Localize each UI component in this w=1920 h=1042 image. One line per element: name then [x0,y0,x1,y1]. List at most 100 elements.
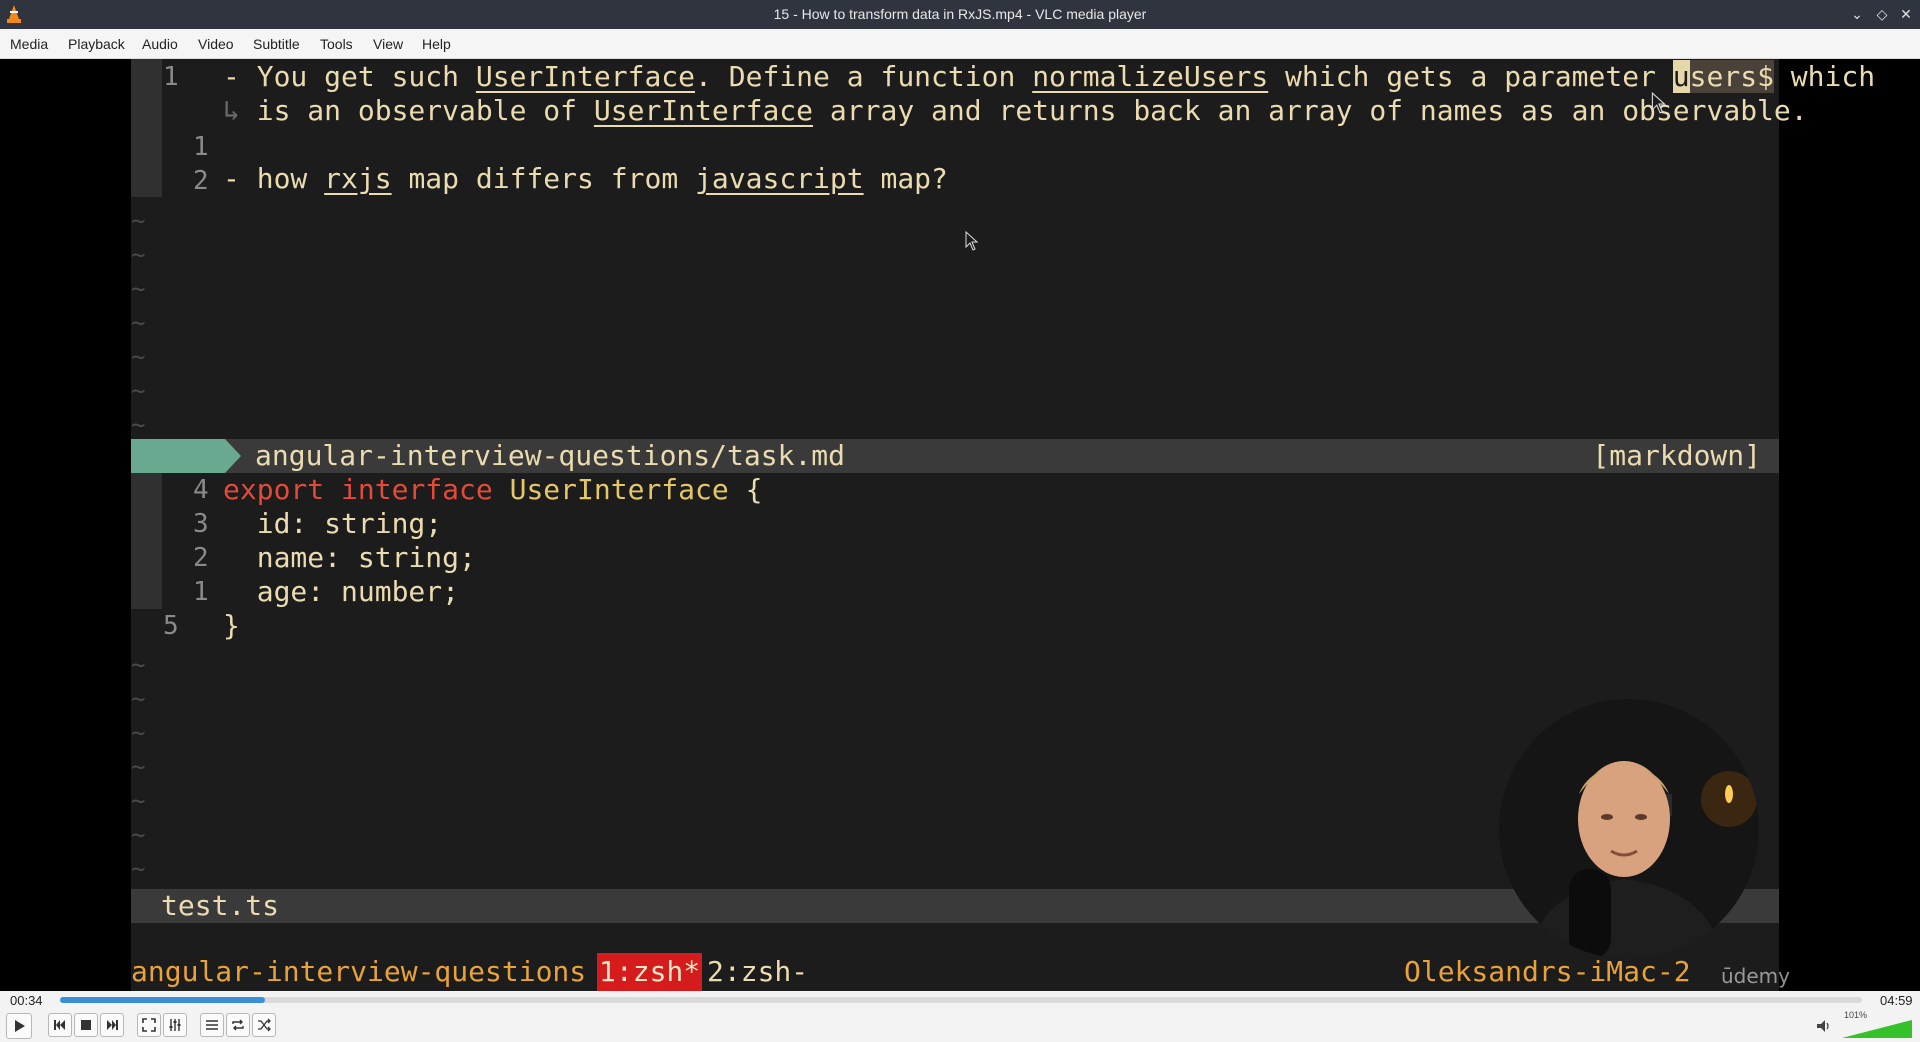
playback-controls: 101% [0,1009,1920,1042]
instructor-portrait [1499,699,1759,959]
minimize-icon[interactable]: ⌄ [1847,4,1867,24]
keyword: export [223,473,325,506]
udemy-watermark: ūdemy [1721,964,1790,988]
line-number: 2 [193,543,209,573]
video-area[interactable]: 1 1 2 - You get such UserInterface. Defi… [0,59,1920,991]
stop-button[interactable] [74,1013,98,1037]
code-line: } [223,609,240,642]
wrap-indicator-icon: ↳ [223,94,240,127]
next-icon [107,1020,118,1030]
seek-slider[interactable] [60,997,1862,1003]
menu-video[interactable]: Video [198,36,234,52]
empty-line-marker: ~ [131,309,146,337]
volume-percent: 101% [1844,1010,1868,1020]
empty-line-marker: ~ [131,821,146,849]
previous-icon [54,1020,65,1030]
editor-line: - You get such UserInterface. Define a f… [223,60,1875,94]
fullscreen-button[interactable] [137,1013,161,1037]
window-title: 15 - How to transform data in RxJS.mp4 -… [773,6,1147,22]
text-cursor: u [1672,60,1690,93]
seek-progress [60,997,266,1003]
fullscreen-icon [142,1018,156,1032]
empty-line-marker: ~ [131,241,146,269]
link-run: javascript [695,162,864,195]
tmux-status-bar: angular-interview-questions § 1:zsh* 2:z… [131,953,1779,991]
type-name: UserInterface [509,473,729,506]
text-run: which [1773,60,1876,93]
text-run: - how [223,162,325,195]
previous-button[interactable] [48,1013,72,1037]
text-run: map? [863,162,948,195]
powerline-arrow [225,439,241,473]
tmux-window: 2:zsh- [707,955,809,988]
editor-line-wrap: ↳ is an observable of UserInterface arra… [223,94,1808,128]
code-line: age: number; [223,575,460,608]
menu-tools[interactable]: Tools [320,36,353,52]
link-run: UserInterface [593,94,814,127]
keyword: interface [341,473,493,506]
play-icon [15,1020,25,1032]
text-run: - You get such [223,60,476,93]
empty-line-marker: ~ [131,787,146,815]
next-button[interactable] [100,1013,124,1037]
text-run: is an observable of [256,94,594,127]
shuffle-button[interactable] [252,1013,276,1037]
text-run: . Define a function [695,60,1033,93]
text-run: which gets a parameter [1268,60,1673,93]
empty-line-marker: ~ [131,719,146,747]
mouse-pointer-icon [965,231,979,251]
line-number: 4 [193,475,209,505]
volume-slider[interactable] [1842,1020,1912,1038]
empty-line-marker: ~ [131,753,146,781]
empty-line-marker: ~ [131,275,146,303]
code-line: id: string; [223,507,443,540]
tmux-window-active: 1:zsh* [597,953,703,991]
close-icon[interactable]: ✕ [1896,4,1916,24]
mouse-pointer-icon [1651,92,1666,114]
editor-gutter [131,59,162,197]
volume-icon[interactable] [1815,1017,1833,1035]
link-run: normalizeUsers [1032,60,1269,93]
extended-settings-icon [169,1019,181,1031]
volume-level [1842,1020,1912,1038]
empty-line-marker: ~ [131,855,146,883]
empty-line-marker: ~ [131,207,146,235]
empty-line-marker: ~ [131,651,146,679]
menu-subtitle[interactable]: Subtitle [253,36,300,52]
line-number: 1 [193,577,209,607]
editor-gutter [131,473,162,609]
line-number: 3 [193,509,209,539]
statusline-filename: test.ts [161,889,280,922]
empty-line-marker: ~ [131,377,146,405]
mode-indicator [131,439,225,473]
empty-line-marker: ~ [131,343,146,371]
line-number: 1 [163,62,179,92]
menu-help[interactable]: Help [422,36,451,52]
menu-audio[interactable]: Audio [142,36,178,52]
tmux-session: angular-interview-questions § [131,955,620,988]
playlist-button[interactable] [200,1013,224,1037]
stop-icon [81,1020,91,1030]
maximize-icon[interactable]: ◇ [1872,4,1892,24]
line-number: 2 [193,166,209,196]
link-run: UserInterface [475,60,696,93]
search-highlight: sers$ [1689,60,1774,93]
line-number: 5 [163,611,179,641]
shuffle-icon [258,1018,271,1032]
seek-bar-row: 00:34 04:59 [0,991,1920,1009]
menu-media[interactable]: Media [10,36,48,52]
code-line: export interface UserInterface { [223,473,762,507]
play-button[interactable] [6,1013,32,1039]
playlist-icon [206,1020,218,1030]
statusline-filetype: [markdown] [1592,439,1761,472]
editor-line: - how rxjs map differs from javascript m… [223,162,948,196]
menu-playback[interactable]: Playback [68,36,125,52]
instructor-webcam [1499,699,1759,959]
vim-statusline: angular-interview-questions/task.md [mar… [131,439,1779,473]
loop-button[interactable] [226,1013,250,1037]
empty-line-marker: ~ [131,685,146,713]
text-run: { [728,473,763,506]
menu-view[interactable]: View [373,36,403,52]
line-number: 1 [193,132,209,162]
extended-settings-button[interactable] [163,1013,187,1037]
